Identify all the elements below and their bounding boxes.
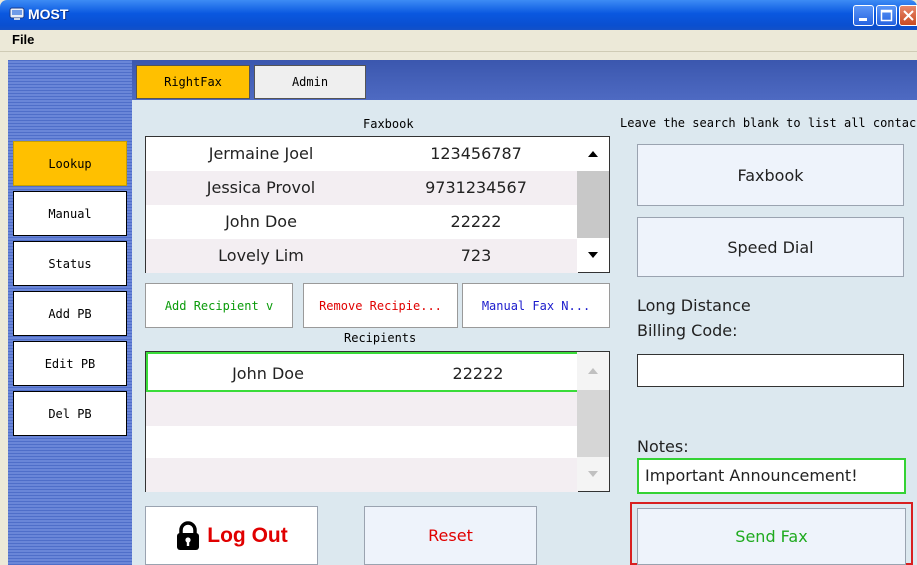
- recipients-title: Recipients: [344, 331, 417, 345]
- manual-fax-number-button[interactable]: Manual Fax N...: [462, 283, 610, 328]
- faxbook-list[interactable]: Jermaine Joel 123456787 Jessica Provol 9…: [145, 136, 610, 273]
- close-icon: [903, 10, 914, 21]
- menu-file[interactable]: File: [12, 32, 34, 47]
- logout-label: Log Out: [207, 523, 288, 547]
- sidebar-item-manual[interactable]: Manual: [13, 191, 127, 236]
- recipient-row[interactable]: John Doe 22222: [146, 352, 580, 392]
- billing-code-label-line1: Long Distance: [637, 296, 751, 315]
- contact-name: Lovely Lim: [218, 246, 304, 265]
- faxbook-row[interactable]: Jermaine Joel 123456787: [146, 137, 578, 171]
- minimize-icon: [859, 18, 867, 21]
- empty-row: [146, 458, 578, 492]
- scroll-up-button[interactable]: [577, 352, 609, 390]
- scroll-up-button[interactable]: [577, 137, 609, 171]
- send-fax-label: Send Fax: [637, 508, 906, 565]
- arrow-up-icon: [588, 368, 598, 374]
- window-title: MOST: [28, 6, 69, 22]
- speed-dial-button[interactable]: Speed Dial: [637, 217, 904, 277]
- billing-code-input[interactable]: [637, 354, 904, 387]
- arrow-up-icon: [588, 151, 598, 157]
- contact-number: 123456787: [430, 144, 522, 163]
- notes-label: Notes:: [637, 437, 689, 456]
- recipient-name: John Doe: [232, 364, 304, 383]
- scroll-down-button[interactable]: [577, 457, 609, 491]
- contact-number: 9731234567: [425, 178, 527, 197]
- sidebar-item-status[interactable]: Status: [13, 241, 127, 286]
- faxbook-row[interactable]: Jessica Provol 9731234567: [146, 171, 578, 205]
- faxbook-row[interactable]: John Doe 22222: [146, 205, 578, 239]
- notes-input[interactable]: Important Announcement!: [637, 458, 906, 494]
- contact-name: Jessica Provol: [206, 178, 316, 197]
- recipients-scrollbar[interactable]: [577, 352, 609, 491]
- sidebar-item-add-pb[interactable]: Add PB: [13, 291, 127, 336]
- remove-recipient-button[interactable]: Remove Recipie...: [303, 283, 458, 328]
- recipient-number: 22222: [452, 364, 504, 383]
- minimize-button[interactable]: [853, 5, 874, 26]
- lock-icon: [177, 520, 200, 550]
- app-icon: [9, 7, 25, 20]
- billing-code-label-line2: Billing Code:: [637, 321, 738, 340]
- maximize-button[interactable]: [876, 5, 897, 26]
- reset-button[interactable]: Reset: [364, 506, 537, 565]
- arrow-down-icon: [588, 252, 598, 258]
- close-button[interactable]: [899, 5, 917, 26]
- faxbook-scrollbar[interactable]: [577, 137, 609, 272]
- title-bar: [0, 0, 917, 30]
- faxbook-button[interactable]: Faxbook: [637, 144, 904, 206]
- search-hint: Leave the search blank to list all conta…: [620, 116, 917, 130]
- sidebar-item-del-pb[interactable]: Del PB: [13, 391, 127, 436]
- arrow-down-icon: [588, 471, 598, 477]
- faxbook-row[interactable]: Lovely Lim 723: [146, 239, 578, 273]
- faxbook-title: Faxbook: [363, 117, 414, 131]
- contact-name: Jermaine Joel: [208, 144, 314, 163]
- tab-rightfax[interactable]: RightFax: [136, 65, 250, 99]
- scroll-down-button[interactable]: [577, 238, 609, 272]
- sidebar-item-lookup[interactable]: Lookup: [13, 141, 127, 186]
- maximize-icon: [880, 9, 893, 22]
- contact-name: John Doe: [225, 212, 297, 231]
- sidebar-item-edit-pb[interactable]: Edit PB: [13, 341, 127, 386]
- recipients-list[interactable]: John Doe 22222: [145, 351, 610, 492]
- contact-number: 22222: [450, 212, 502, 231]
- empty-row: [146, 392, 578, 426]
- add-recipient-button[interactable]: Add Recipient v: [145, 283, 293, 328]
- logout-button[interactable]: Log Out: [145, 506, 318, 565]
- empty-row: [146, 426, 578, 460]
- menu-bar: File: [0, 30, 917, 52]
- tab-admin[interactable]: Admin: [254, 65, 366, 99]
- send-fax-button[interactable]: Send Fax: [630, 502, 913, 565]
- contact-number: 723: [460, 246, 492, 265]
